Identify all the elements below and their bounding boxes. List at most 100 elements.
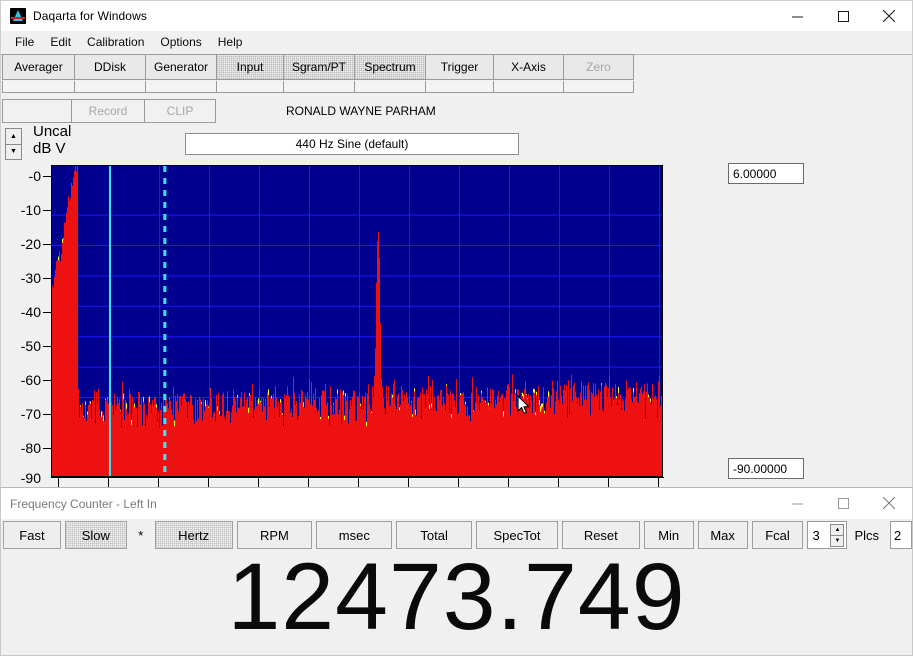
tab-under-ddisk: [74, 81, 146, 93]
y-tick-mark-70: [43, 414, 51, 415]
places-spinner[interactable]: ▲ ▼: [830, 524, 845, 547]
frequency-readout: 12473.749: [227, 544, 686, 650]
x-tick-1: [108, 478, 109, 487]
spectrum-plot[interactable]: [51, 165, 663, 477]
tab-spectrum[interactable]: Spectrum: [354, 54, 426, 80]
y-tick-mark-60: [43, 380, 51, 381]
menu-edit[interactable]: Edit: [42, 33, 79, 51]
x-tick-8: [458, 478, 459, 487]
y-tick-label-80: -80: [20, 440, 41, 456]
menu-help[interactable]: Help: [210, 33, 251, 51]
places-label: Plcs: [854, 527, 880, 543]
x-tick-6: [358, 478, 359, 487]
fc-button-hertz[interactable]: Hertz: [154, 521, 233, 549]
places-input[interactable]: 3 ▲ ▼: [807, 521, 848, 549]
tab-under-spectrum: [354, 81, 426, 93]
tab-x-axis[interactable]: X-Axis: [493, 54, 564, 80]
x-tick-11: [608, 478, 609, 487]
app-root: Daqarta for Windows File Edit Calibratio…: [0, 0, 913, 656]
x-tick-2: [158, 478, 159, 487]
frequency-counter-window: Frequency Counter - Left In Fast Slow * …: [0, 487, 913, 656]
window-controls: [774, 1, 912, 31]
y-tick-label-40: -40: [20, 304, 41, 320]
x-tick-12: [658, 478, 659, 487]
tab-under-averager: [2, 81, 75, 93]
places-spinner-up-icon[interactable]: ▲: [830, 524, 845, 535]
main-window: Daqarta for Windows File Edit Calibratio…: [0, 0, 913, 489]
fc-button-slow[interactable]: Slow: [64, 521, 127, 549]
y-tick-mark-50: [43, 346, 51, 347]
y-tick-label-0: -0: [28, 168, 41, 184]
scale-spinner[interactable]: ▲ ▼: [5, 128, 22, 160]
clip-button[interactable]: CLIP: [144, 99, 216, 123]
tab-under-xaxis: [493, 81, 564, 93]
x-tick-7: [408, 478, 409, 487]
y-tick-mark-40: [43, 312, 51, 313]
spectrum-canvas[interactable]: [51, 165, 663, 477]
tab-trigger[interactable]: Trigger: [425, 54, 494, 80]
menu-calibration[interactable]: Calibration: [79, 33, 152, 51]
scale-label-line1: Uncal: [33, 123, 72, 140]
places-control: 3 ▲ ▼ Plcs: [807, 521, 886, 549]
menu-file[interactable]: File: [7, 33, 42, 51]
tab-generator[interactable]: Generator: [145, 54, 217, 80]
y-axis: -0 -10 -20 -30 -40 -50 -60 -70 -80 -90: [1, 165, 51, 486]
tab-under-row: [2, 81, 634, 93]
y-tick-mark-10: [43, 210, 51, 211]
maximize-icon[interactable]: [820, 1, 866, 31]
tab-input[interactable]: Input: [216, 54, 284, 80]
fc-button-fast[interactable]: Fast: [3, 521, 61, 549]
bottom-limit-field[interactable]: -90.00000: [728, 458, 804, 479]
tab-zero[interactable]: Zero: [563, 54, 634, 80]
y-tick-label-50: -50: [20, 338, 41, 354]
tab-ddisk[interactable]: DDisk: [74, 54, 146, 80]
tab-sgram-pt[interactable]: Sgram/PT: [283, 54, 355, 80]
user-name-label: RONALD WAYNE PARHAM: [286, 104, 436, 118]
edge-field[interactable]: 2: [890, 521, 912, 549]
spectrum-trace-red: [52, 166, 662, 476]
fc-minimize-icon[interactable]: [774, 488, 820, 518]
x-tick-9: [508, 478, 509, 487]
y-tick-label-10: -10: [20, 202, 41, 218]
tab-averager[interactable]: Averager: [2, 54, 75, 80]
daqarta-icon: [10, 8, 26, 24]
places-value: 3: [812, 527, 820, 543]
y-tick-label-70: -70: [20, 406, 41, 422]
y-tick-mark-30: [43, 278, 51, 279]
fc-maximize-icon[interactable]: [820, 488, 866, 518]
y-tick-label-20: -20: [20, 236, 41, 252]
y-tick-mark-20: [43, 244, 51, 245]
scale-spinner-up-icon[interactable]: ▲: [5, 128, 22, 144]
tab-under-sgram: [283, 81, 355, 93]
y-tick-label-90: -90: [20, 470, 41, 486]
fc-button-fcal[interactable]: Fcal: [751, 521, 804, 549]
menu-options[interactable]: Options: [152, 33, 209, 51]
y-tick-label-60: -60: [20, 372, 41, 388]
fc-window-title: Frequency Counter - Left In: [10, 496, 157, 511]
places-spinner-down-icon[interactable]: ▼: [830, 535, 845, 547]
generator-title-field[interactable]: 440 Hz Sine (default): [185, 133, 519, 155]
spectrum-svg: [52, 166, 662, 476]
scale-label: Uncal dB V: [33, 123, 71, 157]
y-tick-label-30: -30: [20, 270, 41, 286]
x-tick-10: [558, 478, 559, 487]
menu-bar: File Edit Calibration Options Help: [1, 31, 912, 53]
record-button[interactable]: Record: [71, 99, 145, 123]
tab-strip: Averager DDisk Generator Input Sgram/PT …: [1, 54, 912, 93]
x-tick-0: [58, 478, 59, 487]
top-limit-field[interactable]: 6.00000: [728, 163, 804, 184]
blank-button[interactable]: [2, 99, 72, 123]
scale-label-line2: dB V: [33, 140, 66, 157]
fc-close-icon[interactable]: [866, 488, 912, 518]
minimize-icon[interactable]: [774, 1, 820, 31]
y-tick-mark-80: [43, 448, 51, 449]
y-tick-mark-0: [43, 176, 51, 177]
scale-spinner-down-icon[interactable]: ▼: [5, 143, 22, 160]
close-icon[interactable]: [866, 1, 912, 31]
record-row: Record CLIP RONALD WAYNE PARHAM: [1, 98, 912, 124]
tab-under-input: [216, 81, 284, 93]
fc-button-max[interactable]: Max: [697, 521, 748, 549]
fc-title-bar: Frequency Counter - Left In: [1, 488, 912, 519]
fc-window-controls: [774, 488, 912, 518]
x-tick-5: [308, 478, 309, 487]
